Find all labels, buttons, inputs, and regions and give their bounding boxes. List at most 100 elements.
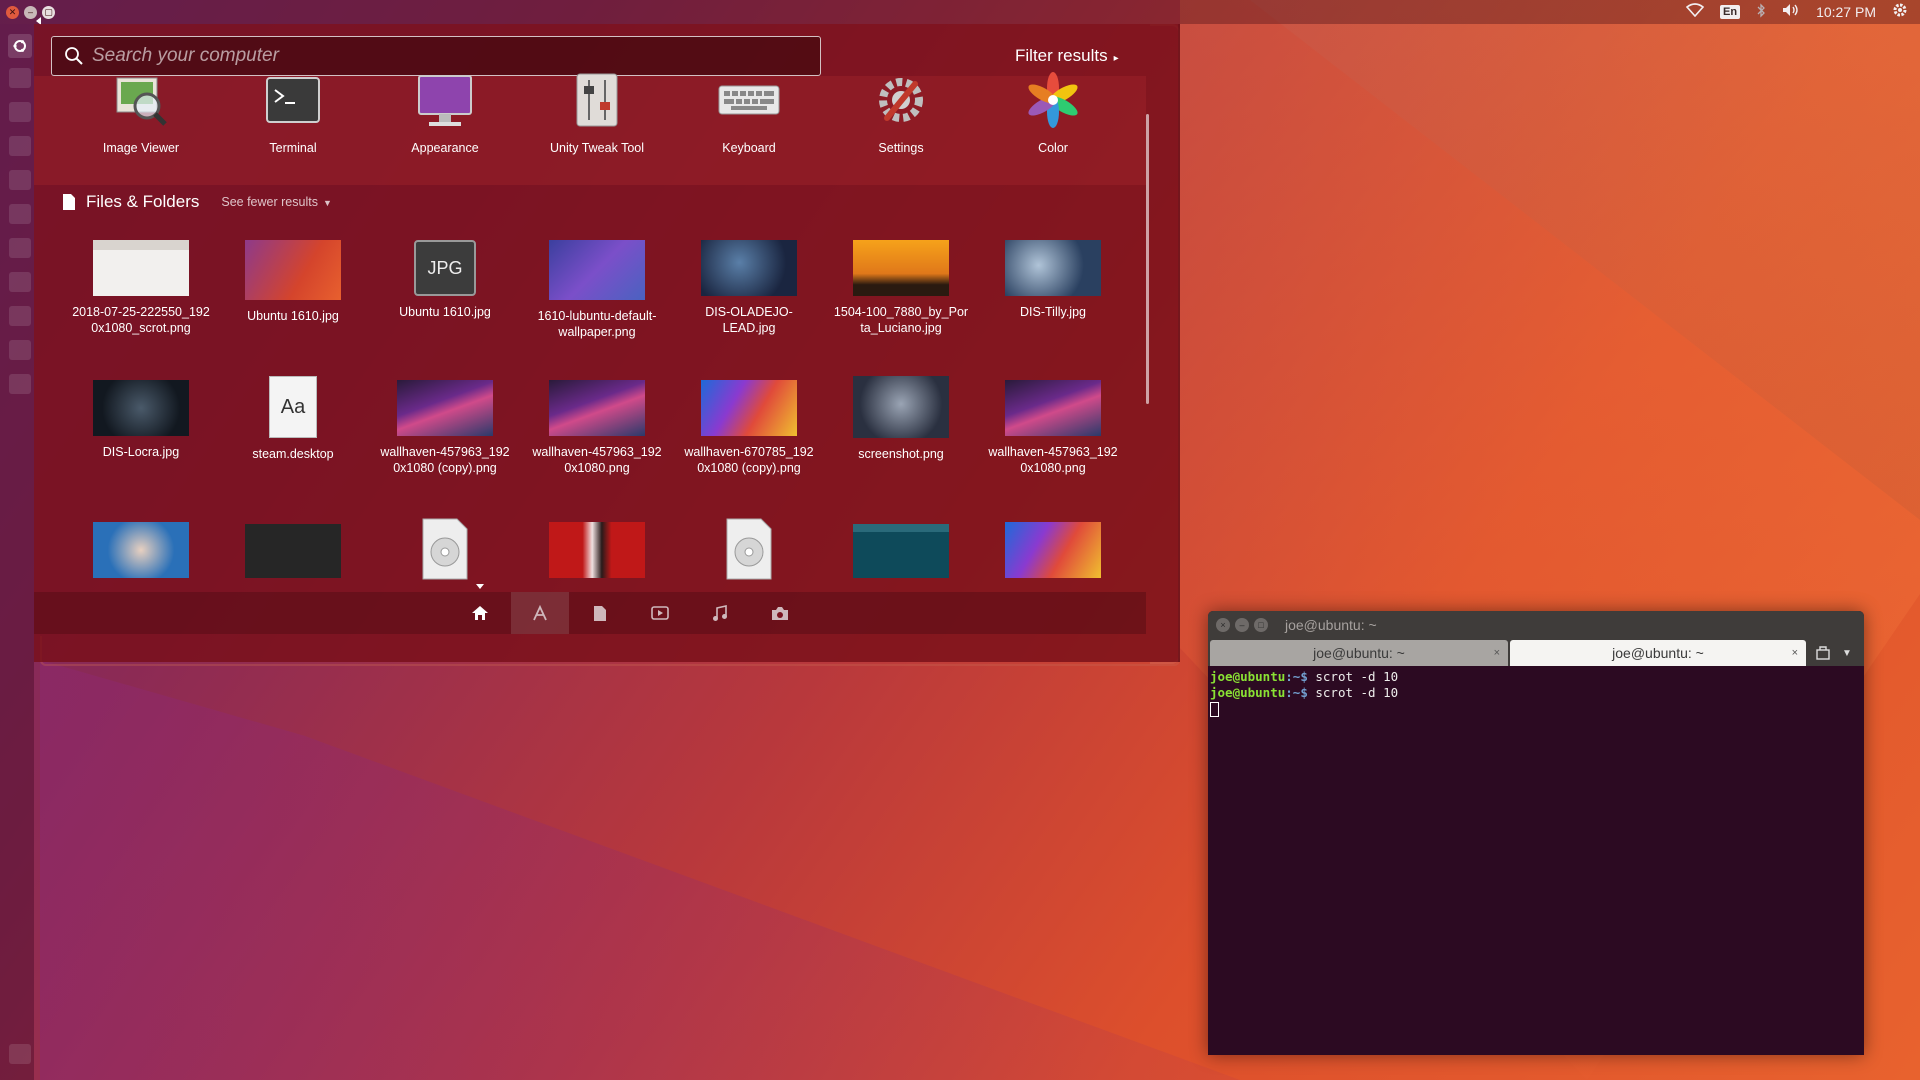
launcher-software-icon[interactable] [9, 136, 31, 156]
appearance-icon [418, 75, 472, 126]
filter-results-button[interactable]: Filter results ▸ [1015, 46, 1119, 66]
app-result-terminal[interactable]: Terminal [218, 72, 368, 156]
wallpaper-thumbnail [1005, 380, 1101, 436]
wifi-icon[interactable] [1685, 3, 1705, 21]
camera-icon [772, 606, 788, 620]
wallpaper-thumbnail [397, 380, 493, 436]
launcher-app-icon[interactable] [9, 238, 31, 258]
file-label: 2018-07-25-222550_192 0x1080_scrot.png [72, 305, 210, 335]
file-result[interactable] [370, 518, 520, 580]
photo-thumbnail [701, 240, 797, 296]
file-result[interactable]: DIS-OLADEJO- LEAD.jpg [674, 240, 824, 336]
file-result[interactable]: wallhaven-457963_192 0x1080.png [522, 380, 672, 476]
terminal-minimize-button[interactable]: – [1235, 617, 1249, 632]
file-result[interactable]: wallhaven-457963_192 0x1080.png [978, 380, 1128, 476]
terminal-tab-label: joe@ubuntu: ~ [1313, 645, 1405, 661]
unity-tweak-tool-icon [576, 73, 618, 127]
app-result-keyboard[interactable]: Keyboard [674, 72, 824, 156]
terminal-tab[interactable]: joe@ubuntu: ~ × [1210, 640, 1508, 666]
clock[interactable]: 10:27 PM [1816, 4, 1876, 20]
files-icon [594, 605, 606, 621]
close-tab-icon[interactable]: × [1792, 647, 1798, 659]
file-result[interactable]: 2018-07-25-222550_192 0x1080_scrot.png [66, 240, 216, 336]
keyboard-icon [718, 85, 780, 115]
search-box[interactable] [51, 36, 821, 76]
photo-thumbnail [93, 522, 189, 578]
app-result-label: Settings [878, 141, 924, 155]
file-result[interactable]: wallhaven-670785_192 0x1080 (copy).png [674, 380, 824, 476]
file-result[interactable]: Aa steam.desktop [218, 376, 368, 462]
photo-thumbnail [93, 380, 189, 436]
file-result[interactable] [66, 522, 216, 578]
file-label: screenshot.png [858, 447, 944, 461]
launcher-settings-icon[interactable] [9, 170, 31, 190]
launcher-app-icon[interactable] [9, 272, 31, 292]
close-tab-icon[interactable]: × [1494, 647, 1500, 659]
dark-thumbnail [245, 524, 341, 578]
see-fewer-label: See fewer results [221, 195, 318, 209]
launcher-browser-icon[interactable] [9, 102, 31, 122]
file-result[interactable]: wallhaven-457963_192 0x1080 (copy).png [370, 380, 520, 476]
screenshot-thumbnail [93, 240, 189, 296]
see-fewer-results-button[interactable]: See fewer results ▼ [221, 195, 332, 209]
launcher-app-icon[interactable] [9, 306, 31, 326]
music-lens-button[interactable] [691, 592, 749, 634]
app-result-appearance[interactable]: Appearance [370, 72, 520, 156]
terminal-cursor-line [1210, 701, 1862, 717]
applications-lens-button[interactable] [511, 592, 569, 634]
file-result[interactable]: JPG Ubuntu 1610.jpg [370, 240, 520, 320]
image-viewer-icon [116, 77, 167, 126]
maximize-window-button[interactable]: ▢ [42, 5, 55, 19]
text-cursor [1210, 702, 1219, 717]
file-result[interactable]: DIS-Tilly.jpg [978, 240, 1128, 320]
file-result[interactable]: DIS-Locra.jpg [66, 380, 216, 460]
dash-scrollbar[interactable] [1146, 114, 1149, 404]
system-gear-icon[interactable] [1892, 2, 1908, 22]
launcher-app-icon[interactable] [9, 340, 31, 360]
file-result[interactable] [674, 518, 824, 580]
file-label: DIS-Tilly.jpg [1020, 305, 1086, 319]
terminal-tab-label: joe@ubuntu: ~ [1612, 645, 1704, 661]
file-result[interactable] [826, 524, 976, 578]
tab-menu-chevron-icon[interactable]: ▼ [1842, 648, 1852, 659]
terminal-titlebar[interactable]: × – □ joe@ubuntu: ~ [1208, 611, 1864, 638]
file-result[interactable]: 1504-100_7880_by_Por ta_Luciano.jpg [826, 240, 976, 336]
terminal-close-button[interactable]: × [1216, 617, 1230, 632]
launcher-files-icon[interactable] [9, 68, 31, 88]
video-lens-button[interactable] [631, 592, 689, 634]
category-title: Files & Folders [86, 192, 200, 211]
launcher-app-icon[interactable] [9, 374, 31, 394]
search-input[interactable] [92, 38, 820, 74]
file-result[interactable]: 1610-lubuntu-default-wallpaper.png [522, 240, 672, 340]
trash-icon[interactable] [9, 1044, 31, 1064]
app-result-settings[interactable]: Settings [826, 72, 976, 156]
photo-thumbnail [1005, 240, 1101, 296]
file-result[interactable]: screenshot.png [826, 376, 976, 462]
files-lens-button[interactable] [571, 592, 629, 634]
file-label: wallhaven-457963_192 0x1080.png [532, 445, 662, 475]
app-result-image-viewer[interactable]: Image Viewer [66, 72, 216, 156]
keyboard-language-indicator[interactable]: En [1720, 5, 1741, 19]
photos-lens-button[interactable] [751, 592, 809, 634]
app-result-unity-tweak-tool[interactable]: Unity Tweak Tool [522, 72, 672, 156]
chevron-down-icon: ▼ [322, 198, 332, 208]
terminal-output[interactable]: joe@ubuntu:~$ scrot -d 10 joe@ubuntu:~$ … [1208, 666, 1864, 720]
app-result-color[interactable]: Color [978, 72, 1128, 156]
bluetooth-icon[interactable] [1756, 2, 1766, 22]
terminal-tab-bar: joe@ubuntu: ~ × joe@ubuntu: ~ × ▼ [1208, 638, 1864, 666]
volume-icon[interactable] [1782, 3, 1800, 21]
file-result[interactable] [978, 522, 1128, 578]
launcher-terminal-icon[interactable] [9, 204, 31, 224]
close-window-button[interactable]: ✕ [6, 5, 19, 19]
file-result[interactable] [218, 524, 368, 578]
file-result[interactable]: Ubuntu 1610.jpg [218, 240, 368, 324]
ubuntu-logo-icon[interactable] [8, 34, 32, 58]
new-tab-icon[interactable] [1816, 646, 1830, 660]
home-lens-button[interactable] [451, 592, 509, 634]
terminal-window[interactable]: × – □ joe@ubuntu: ~ joe@ubuntu: ~ × joe@… [1208, 611, 1864, 1055]
window-controls: ✕ – ▢ [6, 5, 55, 19]
terminal-tab-active[interactable]: joe@ubuntu: ~ × [1510, 640, 1806, 666]
terminal-maximize-button[interactable]: □ [1254, 617, 1268, 632]
file-label: wallhaven-457963_192 0x1080.png [988, 445, 1118, 475]
file-result[interactable] [522, 522, 672, 578]
